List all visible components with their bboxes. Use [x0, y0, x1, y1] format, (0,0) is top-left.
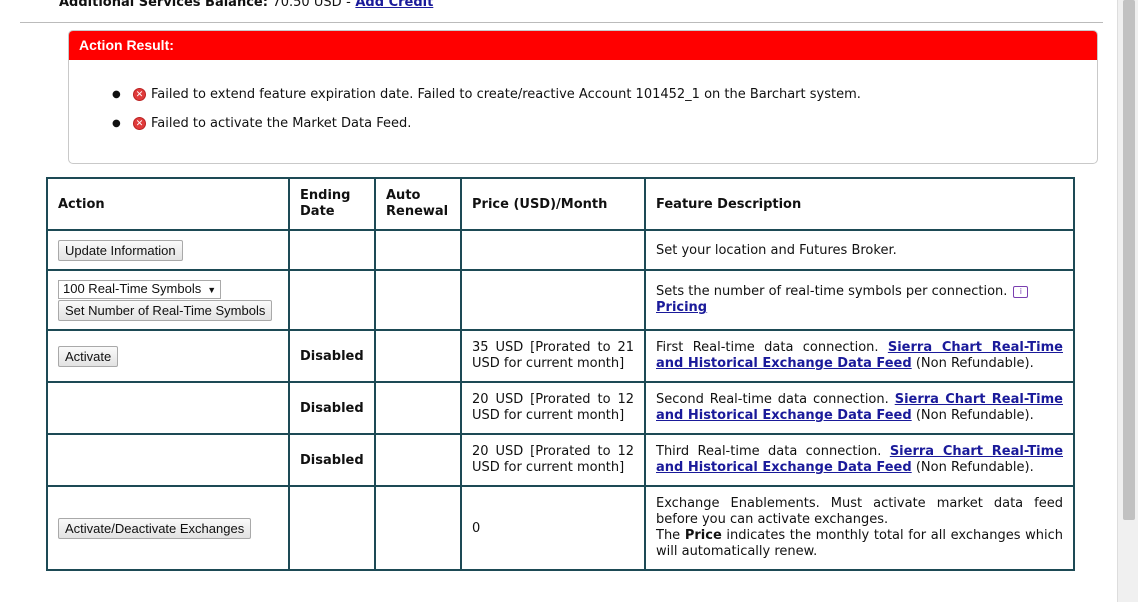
activate-exchanges-button[interactable]: Activate/Deactivate Exchanges — [58, 517, 252, 539]
cell-price: 0 — [460, 485, 646, 571]
set-symbols-button[interactable]: Set Number of Real-Time Symbols — [58, 299, 273, 321]
bullet: ● — [112, 118, 121, 129]
description-text: Exchange Enablements. Must activate mark… — [656, 496, 1063, 527]
table-row: Update Information Set your location and… — [46, 229, 1075, 271]
symbols-select[interactable]: 100 Real-Time Symbols ▼ — [58, 279, 222, 299]
balance-line: Additional Services Balance: 70.50 USD -… — [59, 0, 433, 10]
cell-price — [460, 229, 646, 271]
bullet: ● — [112, 89, 121, 100]
header-ending-date: Ending Date — [288, 177, 376, 231]
chevron-down-icon: ▼ — [207, 284, 217, 295]
cell-auto-renewal — [374, 485, 462, 571]
result-message-text: Failed to extend feature expiration date… — [151, 87, 861, 102]
cell-action: 100 Real-Time Symbols ▼ Set Number of Rea… — [46, 269, 290, 331]
cell-description: Exchange Enablements. Must activate mark… — [644, 485, 1075, 571]
cell-ending-date — [288, 229, 376, 271]
result-message-text: Failed to activate the Market Data Feed. — [151, 116, 412, 131]
header-price: Price (USD)/Month — [460, 177, 646, 231]
cell-auto-renewal — [374, 329, 462, 383]
cell-action: Update Information — [46, 229, 290, 271]
description-text: Set your location and Futures Broker. — [656, 242, 897, 258]
table-header-row: Action Ending Date Auto Renewal Price (U… — [46, 177, 1075, 231]
cell-ending-date — [288, 485, 376, 571]
divider — [20, 22, 1103, 23]
description-suffix: (Non Refundable). — [915, 356, 1034, 371]
table-row: Disabled 20 USD [Prorated to 12 USD for … — [46, 433, 1075, 487]
cell-action — [46, 433, 290, 487]
info-icon[interactable]: i — [1013, 285, 1029, 298]
scrollbar-thumb[interactable] — [1123, 0, 1135, 520]
action-result-panel: Action Result: ● ✕ Failed to extend feat… — [68, 30, 1098, 164]
cell-description: Set your location and Futures Broker. — [644, 229, 1075, 271]
cell-auto-renewal — [374, 433, 462, 487]
cell-action: Activate — [46, 329, 290, 383]
cell-description: Third Real-time data connection. Sierra … — [644, 433, 1075, 487]
description-text: Second Real-time data connection. — [656, 392, 889, 407]
table-row: Activate Disabled 35 USD [Prorated to 21… — [46, 329, 1075, 383]
cell-description: Second Real-time data connection. Sierra… — [644, 381, 1075, 435]
add-credit-link[interactable]: Add Credit — [355, 0, 433, 10]
activate-button[interactable]: Activate — [58, 345, 119, 367]
result-message: ● ✕ Failed to extend feature expiration … — [112, 87, 861, 102]
cell-price: 20 USD [Prorated to 12 USD for current m… — [460, 433, 646, 487]
header-auto-renewal: Auto Renewal — [374, 177, 462, 231]
description-emphasis: Price — [684, 528, 722, 543]
cell-auto-renewal — [374, 229, 462, 271]
cell-description: Sets the number of real-time symbols per… — [644, 269, 1075, 331]
cell-ending-date: Disabled — [288, 329, 376, 383]
symbols-select-value: 100 Real-Time Symbols — [63, 280, 202, 296]
features-table: Action Ending Date Auto Renewal Price (U… — [46, 177, 1075, 571]
cell-price: 20 USD [Prorated to 12 USD for current m… — [460, 381, 646, 435]
description-suffix: (Non Refundable). — [915, 408, 1034, 423]
balance-label: Additional Services Balance: — [59, 0, 268, 10]
cell-auto-renewal — [374, 269, 462, 331]
table-row: Disabled 20 USD [Prorated to 12 USD for … — [46, 381, 1075, 435]
result-message: ● ✕ Failed to activate the Market Data F… — [112, 116, 412, 131]
balance-separator: - — [346, 0, 351, 10]
error-circle-icon: ✕ — [133, 117, 146, 130]
pricing-link[interactable]: Pricing — [656, 300, 707, 315]
cell-ending-date: Disabled — [288, 381, 376, 435]
description-suffix: (Non Refundable). — [915, 460, 1034, 475]
cell-ending-date: Disabled — [288, 433, 376, 487]
cell-auto-renewal — [374, 381, 462, 435]
cell-description: First Real-time data connection. Sierra … — [644, 329, 1075, 383]
cell-ending-date — [288, 269, 376, 331]
action-result-title: Action Result: — [69, 31, 1097, 60]
table-row: Activate/Deactivate Exchanges 0 Exchange… — [46, 485, 1075, 571]
update-information-button[interactable]: Update Information — [58, 239, 183, 261]
description-text: Third Real-time data connection. — [656, 444, 882, 459]
error-circle-icon: ✕ — [133, 88, 146, 101]
cell-price — [460, 269, 646, 331]
cell-action: Activate/Deactivate Exchanges — [46, 485, 290, 571]
description-text: The — [656, 528, 681, 543]
cell-action — [46, 381, 290, 435]
table-row: 100 Real-Time Symbols ▼ Set Number of Rea… — [46, 269, 1075, 331]
description-text: Sets the number of real-time symbols per… — [656, 284, 1008, 299]
header-action: Action — [46, 177, 290, 231]
description-text: First Real-time data connection. — [656, 340, 879, 355]
cell-price: 35 USD [Prorated to 21 USD for current m… — [460, 329, 646, 383]
balance-value: 70.50 USD — [272, 0, 342, 10]
header-description: Feature Description — [644, 177, 1075, 231]
